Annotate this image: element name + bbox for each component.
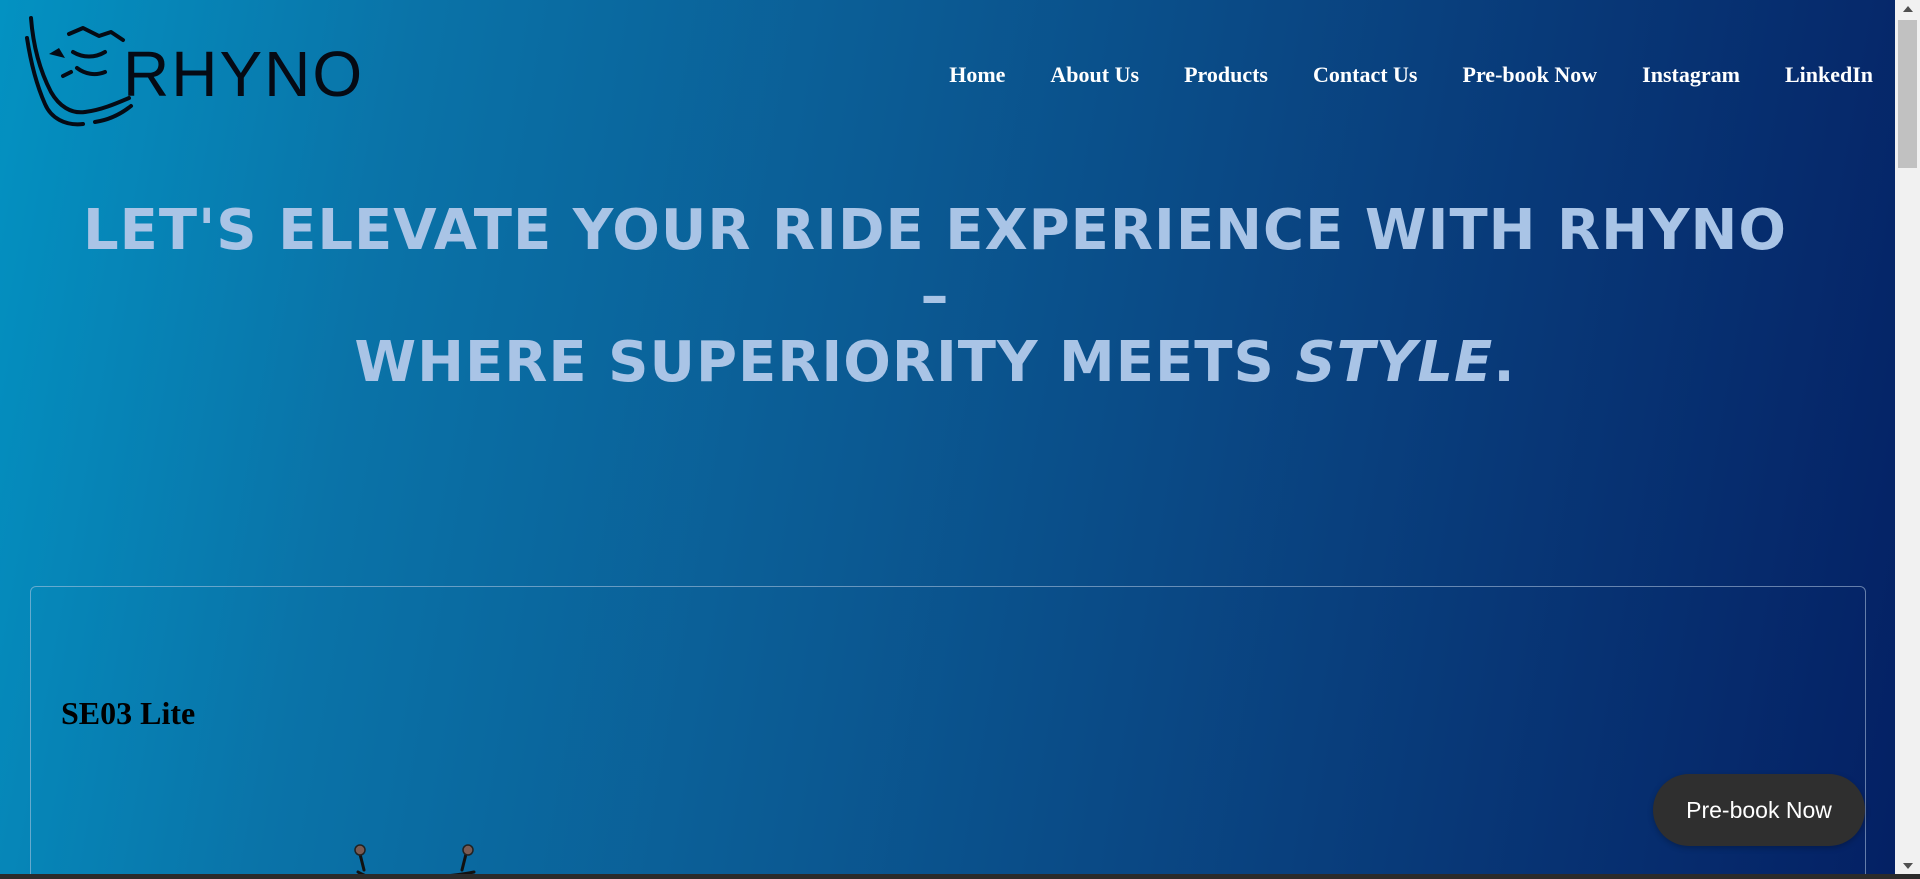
nav-contact-us[interactable]: Contact Us (1313, 62, 1418, 88)
hero-line-2-suffix: . (1493, 330, 1516, 395)
hero-line-1: LET'S ELEVATE YOUR RIDE EXPERIENCE WITH … (82, 198, 1788, 329)
nav-pre-book-now[interactable]: Pre-book Now (1463, 62, 1598, 88)
scroll-up-arrow-icon[interactable] (1895, 0, 1920, 17)
nav-instagram[interactable]: Instagram (1642, 62, 1740, 88)
nav-products[interactable]: Products (1184, 62, 1268, 88)
hero-line-2-prefix: WHERE SUPERIORITY MEETS (354, 330, 1296, 395)
scroll-down-arrow-icon[interactable] (1895, 857, 1920, 874)
scrollbar-thumb[interactable] (1898, 20, 1917, 168)
brand-name: RHYNO (123, 38, 365, 110)
floating-pre-book-button[interactable]: Pre-book Now (1653, 774, 1865, 846)
window-bottom-edge (0, 874, 1920, 879)
page-viewport: RHYNO Home About Us Products Contact Us … (0, 0, 1895, 874)
nav-linkedin[interactable]: LinkedIn (1785, 62, 1873, 88)
main-navigation: Home About Us Products Contact Us Pre-bo… (949, 62, 1873, 88)
hero-line-2-emphasis: STYLE (1295, 330, 1494, 395)
nav-about-us[interactable]: About Us (1050, 62, 1139, 88)
scooter-handlebar-icon (354, 844, 476, 874)
vertical-scrollbar[interactable] (1895, 0, 1920, 874)
hero-headline: LET'S ELEVATE YOUR RIDE EXPERIENCE WITH … (60, 198, 1810, 396)
nav-home[interactable]: Home (949, 62, 1005, 88)
product-title: SE03 Lite (61, 695, 196, 731)
brand-logo[interactable]: RHYNO (25, 14, 362, 134)
rhino-head-icon (25, 16, 133, 127)
product-card[interactable]: SE03 Lite (30, 586, 1866, 874)
